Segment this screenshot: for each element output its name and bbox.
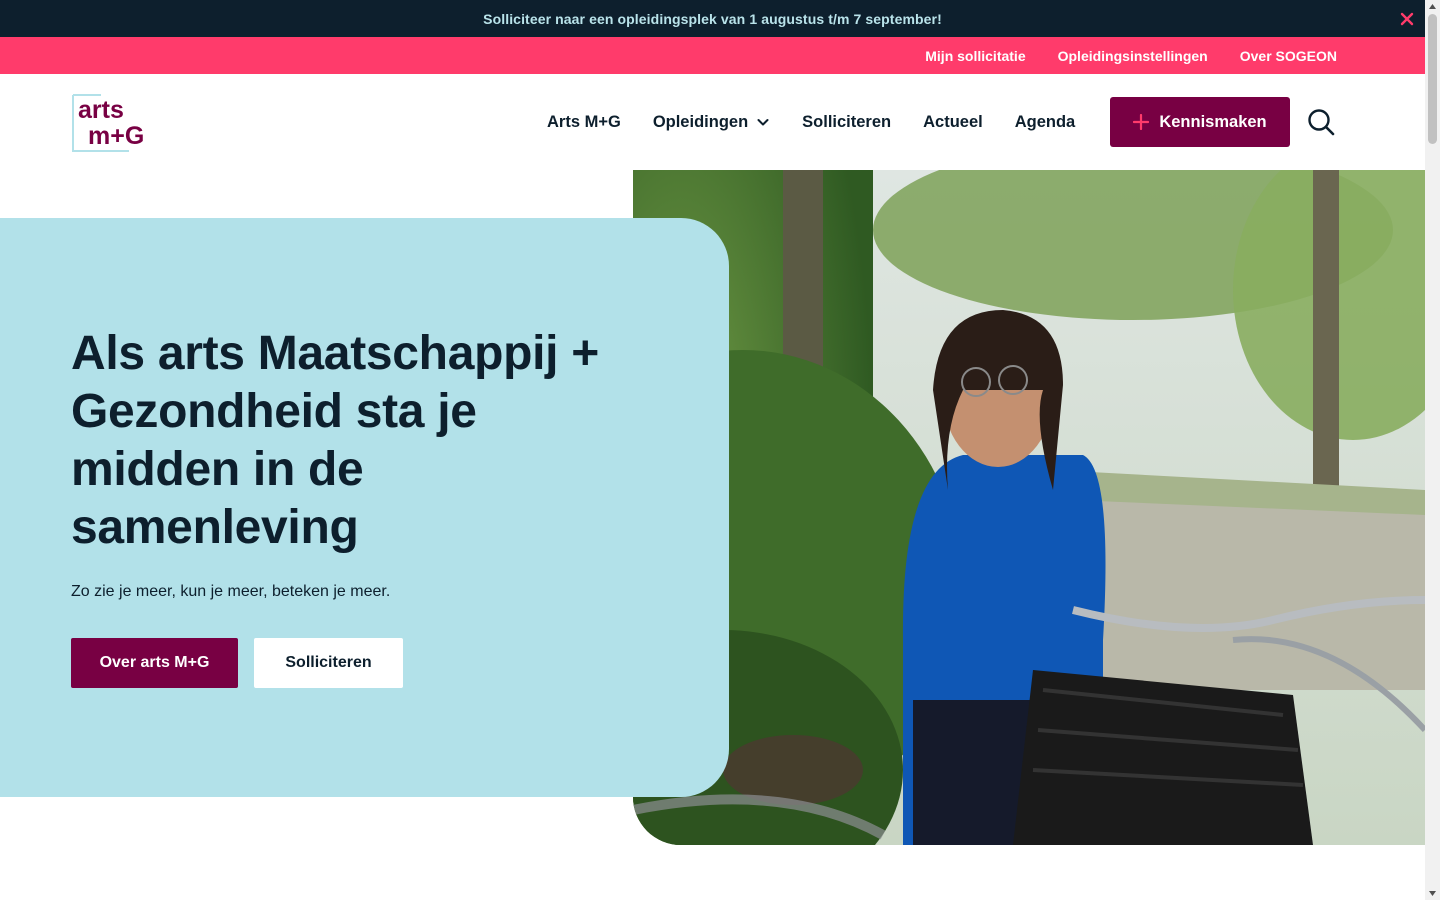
chevron-down-icon (757, 119, 769, 126)
utility-nav: Mijn sollicitatie Opleidingsinstellingen… (0, 37, 1425, 74)
kennismaken-button[interactable]: Kennismaken (1110, 97, 1290, 147)
nav-item-agenda[interactable]: Agenda (1015, 113, 1076, 132)
page: Solliciteer naar een opleidingsplek van … (0, 0, 1425, 900)
nav-item-solliciteren[interactable]: Solliciteren (802, 113, 891, 132)
nav-item-opleidingen[interactable]: Opleidingen (653, 113, 770, 132)
scroll-thumb[interactable] (1428, 14, 1437, 144)
main-nav: Arts M+G Opleidingen Solliciteren Actuee… (547, 74, 1075, 170)
scroll-up-icon[interactable] (1428, 2, 1437, 11)
kennismaken-label: Kennismaken (1159, 112, 1267, 131)
plus-icon (1133, 114, 1150, 130)
utility-link-mijn-sollicitatie[interactable]: Mijn sollicitatie (925, 48, 1025, 64)
hero-subtitle: Zo zie je meer, kun je meer, beteken je … (71, 583, 391, 600)
hero-image (633, 170, 1425, 845)
close-icon[interactable] (1397, 9, 1417, 29)
utility-link-opleidingsinstellingen[interactable]: Opleidingsinstellingen (1058, 48, 1208, 64)
announcement-text: Solliciteer naar een opleidingsplek van … (483, 10, 942, 27)
logo-text-bottom: m+G (88, 122, 144, 150)
nav-item-actueel[interactable]: Actueel (923, 113, 983, 132)
site-header: arts m+G Arts M+G Opleidingen Solliciter… (0, 74, 1425, 170)
nav-item-label: Actueel (923, 112, 983, 131)
page-scrollbar[interactable] (1425, 0, 1440, 900)
announcement-bar: Solliciteer naar een opleidingsplek van … (0, 0, 1425, 37)
nav-item-label: Arts M+G (547, 112, 621, 131)
solliciteren-button[interactable]: Solliciteren (254, 638, 403, 688)
logo-text-top: arts (78, 96, 124, 124)
hero-title: Als arts Maatschappij + Gezondheid sta j… (71, 327, 599, 554)
logo[interactable]: arts m+G (71, 93, 159, 153)
nav-item-label: Solliciteren (802, 112, 892, 131)
scroll-down-icon[interactable] (1428, 889, 1437, 898)
nav-item-label: Opleidingen (652, 112, 749, 131)
utility-link-over-sogeon[interactable]: Over SOGEON (1240, 48, 1337, 64)
nav-item-arts-mg[interactable]: Arts M+G (547, 113, 621, 132)
search-icon[interactable] (1307, 108, 1335, 136)
over-arts-mg-button[interactable]: Over arts M+G (71, 638, 238, 688)
nav-item-label: Agenda (1014, 112, 1076, 131)
